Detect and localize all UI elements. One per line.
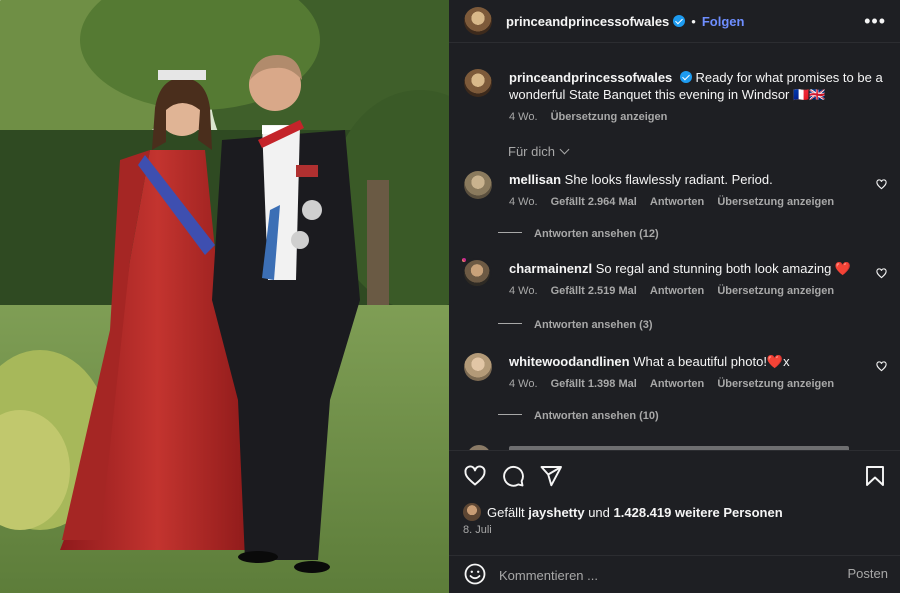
post-header: princeandprincessofwales • Folgen ••• bbox=[449, 0, 900, 43]
comment-avatar[interactable] bbox=[464, 353, 492, 381]
comment-username[interactable]: charmainenzl bbox=[509, 261, 592, 276]
view-replies-label: Antworten ansehen (3) bbox=[534, 319, 653, 331]
comment-body: charmainenzl So regal and stunning both … bbox=[509, 260, 864, 300]
view-replies-button[interactable]: Antworten ansehen (3) bbox=[498, 319, 653, 331]
likes-others-link[interactable]: 1.428.419 weitere Personen bbox=[614, 505, 783, 520]
caption-body: princeandprincessofwales Ready for what … bbox=[509, 69, 884, 126]
heart-icon[interactable] bbox=[876, 268, 887, 279]
comment-meta: 4 Wo. Gefällt 2.964 Mal Antworten Überse… bbox=[509, 194, 864, 211]
comment-sort-dropdown[interactable]: Für dich bbox=[508, 144, 570, 159]
chevron-down-icon bbox=[559, 144, 570, 155]
more-icon[interactable]: ••• bbox=[864, 12, 886, 30]
comment-text: So regal and stunning both look amazing … bbox=[595, 261, 852, 276]
liker-username[interactable]: jayshetty bbox=[528, 505, 584, 520]
separator-dot: • bbox=[691, 13, 696, 29]
comment-translate-link[interactable]: Übersetzung anzeigen bbox=[717, 285, 834, 297]
comment-avatar[interactable] bbox=[464, 171, 492, 199]
view-replies-label: Antworten ansehen (10) bbox=[534, 410, 659, 422]
action-icons bbox=[463, 464, 563, 488]
comment-username[interactable]: mellisan bbox=[509, 172, 561, 187]
caption-meta: 4 Wo. Übersetzung anzeigen bbox=[509, 109, 884, 126]
view-replies-button[interactable]: Antworten ansehen (10) bbox=[498, 410, 659, 422]
heart-icon[interactable] bbox=[463, 464, 487, 488]
likes-summary: Gefällt jayshetty und 1.428.419 weitere … bbox=[463, 503, 783, 521]
caption-age[interactable]: 4 Wo. bbox=[509, 111, 538, 123]
comment-reply-link[interactable]: Antworten bbox=[650, 285, 704, 297]
comment-age[interactable]: 4 Wo. bbox=[509, 378, 538, 390]
caption-username[interactable]: princeandprincessofwales bbox=[509, 70, 672, 85]
comment-age[interactable]: 4 Wo. bbox=[509, 285, 538, 297]
heart-icon[interactable] bbox=[876, 179, 887, 190]
likes-prefix: Gefällt bbox=[487, 504, 525, 520]
comment-translate-link[interactable]: Übersetzung anzeigen bbox=[717, 378, 834, 390]
caption-avatar[interactable] bbox=[464, 69, 492, 97]
view-replies-button[interactable]: Antworten ansehen (12) bbox=[498, 228, 659, 240]
comment-body: whitewoodandlinen What a beautiful photo… bbox=[509, 353, 864, 393]
likes-connector: und bbox=[588, 504, 610, 520]
comment-avatar[interactable] bbox=[462, 258, 492, 288]
emoji-icon[interactable] bbox=[463, 562, 487, 586]
comment-likes[interactable]: Gefällt 2.964 Mal bbox=[551, 196, 637, 208]
post-sidebar: princeandprincessofwales • Folgen ••• pr… bbox=[449, 0, 900, 593]
comment-reply-link[interactable]: Antworten bbox=[650, 196, 704, 208]
send-icon[interactable] bbox=[539, 464, 563, 488]
heart-icon[interactable] bbox=[876, 361, 887, 372]
replies-divider bbox=[498, 232, 522, 233]
royal-couple-photo bbox=[0, 0, 449, 593]
follow-button[interactable]: Folgen bbox=[702, 14, 745, 29]
replies-divider bbox=[498, 414, 522, 415]
comment-text: What a beautiful photo!❤️x bbox=[633, 354, 790, 369]
post-date[interactable]: 8. Juli bbox=[463, 524, 492, 536]
account-username[interactable]: princeandprincessofwales bbox=[506, 14, 669, 29]
view-replies-label: Antworten ansehen (12) bbox=[534, 228, 659, 240]
verified-badge-icon bbox=[679, 71, 692, 83]
verified-badge-icon bbox=[673, 15, 686, 27]
comment-likes[interactable]: Gefällt 2.519 Mal bbox=[551, 285, 637, 297]
comment-body: mellisan She looks flawlessly radiant. P… bbox=[509, 171, 864, 211]
story-ring[interactable] bbox=[462, 258, 492, 288]
comments-list[interactable]: princeandprincessofwales Ready for what … bbox=[449, 44, 900, 450]
replies-divider bbox=[498, 323, 522, 324]
comment-meta: 4 Wo. Gefällt 1.398 Mal Antworten Überse… bbox=[509, 376, 864, 393]
comment-meta: 4 Wo. Gefällt 2.519 Mal Antworten Überse… bbox=[509, 283, 864, 300]
liker-avatar[interactable] bbox=[463, 503, 481, 521]
comment-reply-link[interactable]: Antworten bbox=[650, 378, 704, 390]
comment-translate-link[interactable]: Übersetzung anzeigen bbox=[717, 196, 834, 208]
comment-age[interactable]: 4 Wo. bbox=[509, 196, 538, 208]
comment-input[interactable] bbox=[499, 564, 839, 586]
comment-text: She looks flawlessly radiant. Period. bbox=[564, 172, 773, 187]
post-actions: Gefällt jayshetty und 1.428.419 weitere … bbox=[449, 450, 900, 555]
post-comment-button[interactable]: Posten bbox=[848, 566, 888, 581]
comment-icon[interactable] bbox=[501, 464, 525, 488]
post-photo bbox=[0, 0, 449, 593]
bookmark-icon[interactable] bbox=[863, 464, 887, 488]
comment-sort-label: Für dich bbox=[508, 144, 555, 159]
comment-username[interactable]: whitewoodandlinen bbox=[509, 354, 630, 369]
caption-translate-link[interactable]: Übersetzung anzeigen bbox=[551, 111, 668, 123]
account-avatar[interactable] bbox=[464, 7, 492, 35]
comment-composer: Posten bbox=[449, 555, 900, 593]
comment-likes[interactable]: Gefällt 1.398 Mal bbox=[551, 378, 637, 390]
